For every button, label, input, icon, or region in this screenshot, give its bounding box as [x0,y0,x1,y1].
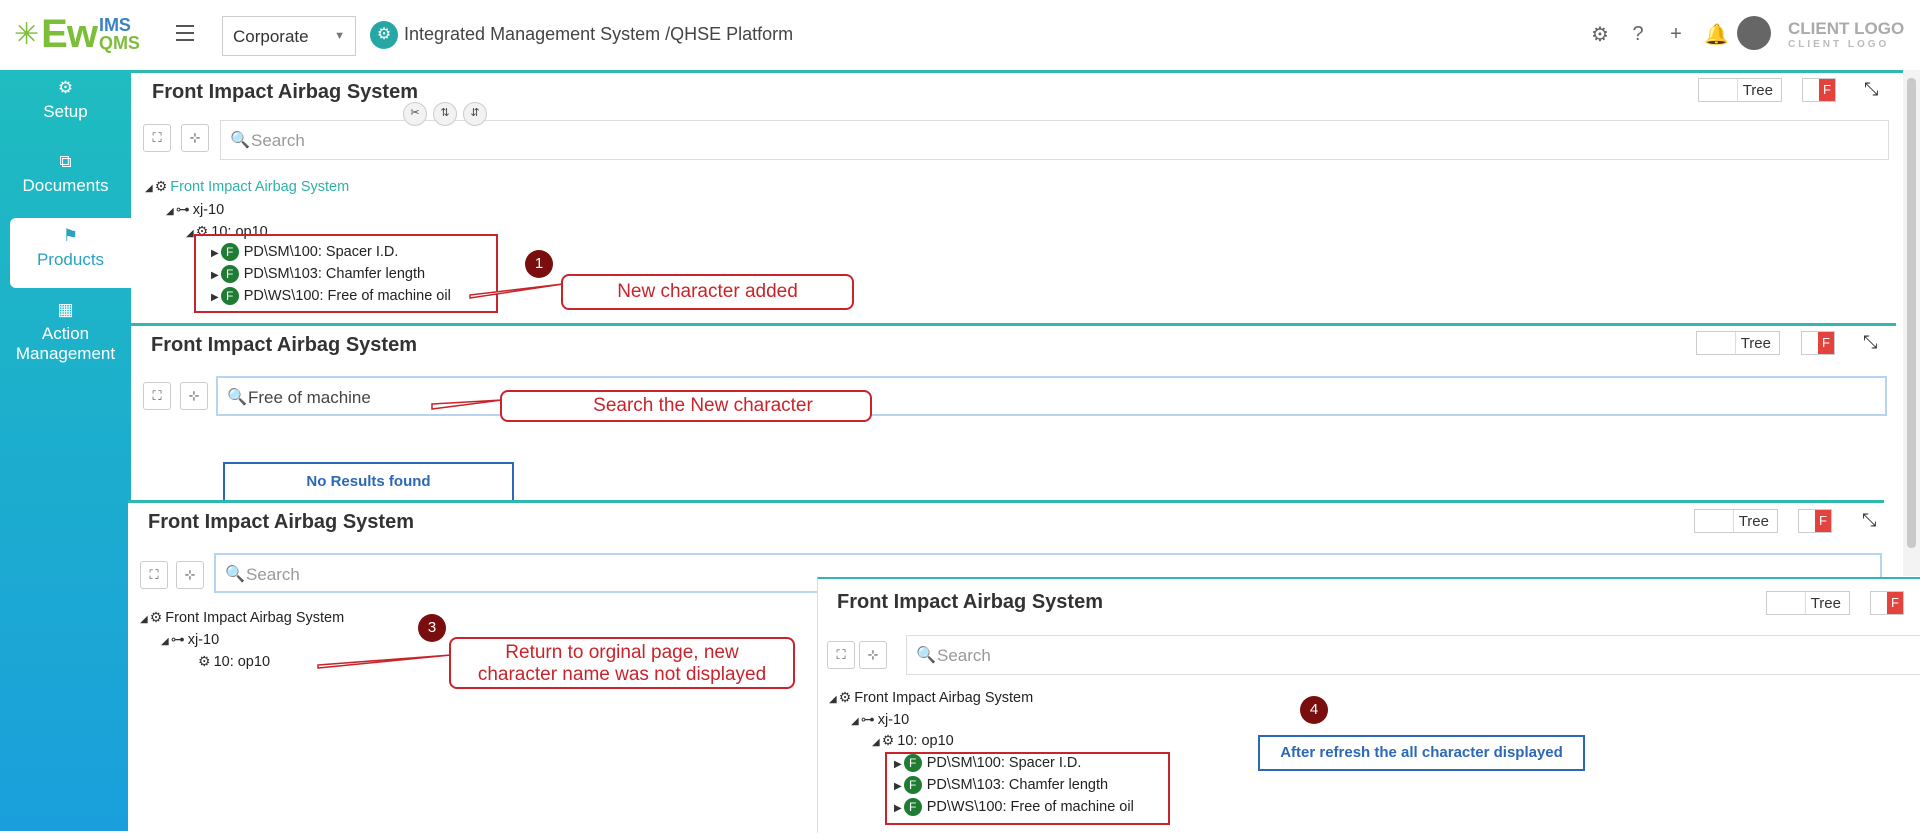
search-input[interactable]: 🔍 Free of machine [216,376,1887,416]
process-icon: ⊶ [170,631,185,647]
settings-icon[interactable]: ⚙ [1590,22,1610,47]
search-icon: 🔍 [230,132,250,149]
callout-search-new-character: Search the New character [500,390,872,422]
step-number-1: 1 [525,250,553,278]
panel-title: Front Impact Airbag System [837,591,1103,613]
collapse-icon[interactable]: ⤡ [1862,510,1876,531]
sidebar-item-label: Action Management [15,324,116,363]
panel-title: Front Impact Airbag System [148,511,414,533]
tree-root[interactable]: ◢ ⚙ Front Impact Airbag System [140,609,344,626]
sun-icon: ✳ [14,17,40,51]
tree-node-xj10[interactable]: ◢ ⊶ xj-10 [161,631,219,648]
hamburger-menu-icon[interactable] [176,25,194,41]
chevron-down-icon: ▼ [334,30,345,42]
step-number-3: 3 [418,614,446,642]
operation-icon: ⚙ [881,732,895,748]
f-toggle[interactable]: F [1802,78,1836,102]
tree-toggle[interactable]: Tree [1766,591,1850,615]
flag-icon: ⚑ [62,226,79,245]
copy-icon: ⧉ [59,152,72,171]
panel-title: Front Impact Airbag System [152,81,418,103]
search-input[interactable]: 🔍 Search [220,120,1889,160]
plus-icon[interactable]: + [1666,23,1686,46]
page-scrollbar[interactable] [1903,70,1920,576]
product-panel-2: Front Impact Airbag System Tree F ⤡ ⛶ ⊹ … [131,323,1896,503]
organization-select[interactable]: Corporate ▼ [222,16,356,56]
collapse-all-button[interactable]: ⊹ [859,641,887,669]
sidebar-item-label: Products [36,250,105,269]
tree-toggle[interactable]: Tree [1696,331,1780,355]
expand-all-button[interactable]: ⛶ [143,382,171,410]
ewqms-logo[interactable]: ✳ Ew IMS QMS [14,11,140,56]
gears-icon: ⚙ [154,178,168,194]
gear-app-icon: ⚙ [370,21,398,49]
callout-new-character-added: New character added [561,274,854,310]
sort-icon[interactable]: ⇅ [433,102,457,126]
highlight-box-refreshed-chars [885,752,1170,825]
sidebar-item-label: Setup [43,102,88,121]
gears-icon: ⚙ [149,609,163,625]
tree-toggle[interactable]: Tree [1694,509,1778,533]
user-avatar[interactable] [1737,16,1771,50]
expand-all-button[interactable]: ⛶ [827,641,855,669]
collapse-all-button[interactable]: ⊹ [176,561,204,589]
collapse-all-button[interactable]: ⊹ [180,382,208,410]
tree-node-xj10[interactable]: ◢ ⊶ xj-10 [166,201,224,218]
tree-node-xj10[interactable]: ◢ ⊶ xj-10 [851,711,909,728]
collapse-icon[interactable]: ⤡ [1863,332,1877,353]
top-icon-bar: ⚙ ? + 🔔 [1590,22,1729,47]
panel-title: Front Impact Airbag System [151,334,417,356]
sidebar-item-setup[interactable]: ⚙ Setup [0,70,131,138]
f-toggle[interactable]: F [1798,509,1832,533]
tree-node-actions: ✂ ⇅ ⇵ [403,102,487,126]
tree-root[interactable]: ◢ ⚙ Front Impact Airbag System [145,178,349,195]
process-icon: ⊶ [175,201,190,217]
f-toggle[interactable]: F [1801,331,1835,355]
logo-ims-qms: IMS QMS [98,15,140,53]
note-after-refresh: After refresh the all character displaye… [1258,735,1585,771]
top-bar: ✳ Ew IMS QMS Corporate ▼ ⚙ Integrated Man… [0,0,1920,71]
highlight-box-new-chars [194,234,498,313]
sort-desc-icon[interactable]: ⇵ [463,102,487,126]
operation-icon: ⚙ [198,653,211,669]
gears-icon: ⚙ [57,78,74,97]
gears-icon: ⚙ [838,689,852,705]
sidebar: ⚙ Setup ⧉ Documents ⚑ Products ▦ Action … [0,70,131,831]
scissors-icon[interactable]: ✂ [403,102,427,126]
collapse-icon[interactable]: ⤡ [1864,79,1878,100]
collapse-all-button[interactable]: ⊹ [181,124,209,152]
tree-node-op10[interactable]: ⚙ 10: op10 [198,653,270,670]
help-icon[interactable]: ? [1628,23,1648,46]
sidebar-item-documents[interactable]: ⧉ Documents [0,144,131,212]
expand-all-button[interactable]: ⛶ [140,561,168,589]
client-logo: CLIENT LOGO CLIENT LOGO [1788,19,1905,50]
sidebar-item-label: Documents [22,176,109,195]
f-toggle[interactable]: F [1870,591,1904,615]
tree-toggle[interactable]: Tree [1698,78,1782,102]
no-results-message: No Results found [223,462,514,502]
bell-icon[interactable]: 🔔 [1704,22,1729,47]
logo-ew-text: Ew [41,11,98,56]
tree-root[interactable]: ◢ ⚙ Front Impact Airbag System [829,689,1033,706]
expand-all-button[interactable]: ⛶ [143,124,171,152]
search-icon: 🔍 [916,647,936,664]
search-icon: 🔍 [227,389,247,406]
tree-node-op10[interactable]: ◢ ⚙ 10: op10 [872,732,954,749]
callout-return-original-page: Return to orginal page, new character nam… [449,637,795,689]
search-input[interactable]: 🔍 Search [906,635,1920,675]
process-icon: ⊶ [860,711,875,727]
sidebar-item-action-management[interactable]: ▦ Action Management [0,292,131,382]
sidebar-item-products[interactable]: ⚑ Products [10,218,131,288]
app-title: Integrated Management System /QHSE Platf… [404,24,794,44]
building-icon: ▦ [57,300,74,319]
search-icon: 🔍 [225,566,245,583]
step-number-4: 4 [1300,696,1328,724]
